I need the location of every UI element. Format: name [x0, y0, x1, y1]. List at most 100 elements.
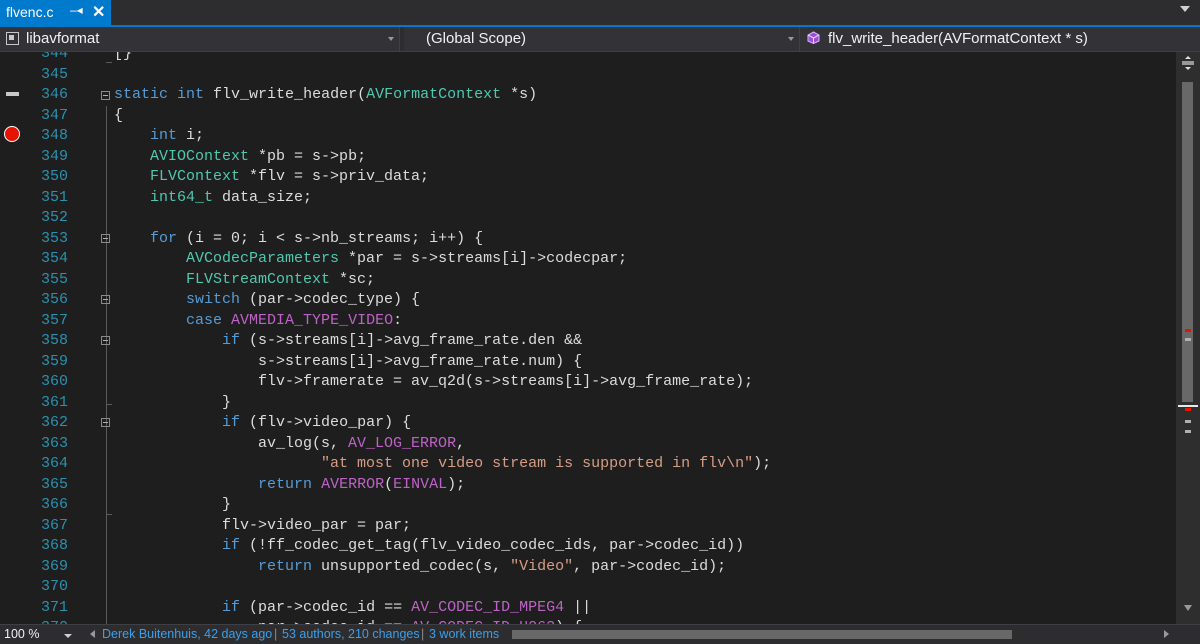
tab-overflow-chevron-icon[interactable]: [1180, 6, 1190, 12]
document-tab-strip: flvenc.c –◂ ✕: [0, 0, 1200, 27]
line-number: 355: [40, 270, 68, 288]
code-line[interactable]: FLVStreamContext *sc;: [114, 270, 375, 291]
outline-guide-end: [106, 62, 112, 63]
scroll-marker: [1185, 420, 1191, 423]
code-line[interactable]: if (par->codec_id == AV_CODEC_ID_MPEG4 |…: [114, 598, 591, 619]
chevron-down-icon[interactable]: [64, 634, 72, 638]
code-line[interactable]: AVIOContext *pb = s->pb;: [114, 147, 366, 168]
scroll-marker: [1185, 430, 1191, 433]
scroll-right-arrow-icon[interactable]: [1164, 630, 1169, 638]
breakpoint-icon[interactable]: [4, 126, 20, 142]
line-number: 350: [40, 168, 68, 185]
chevron-down-icon: [388, 37, 394, 41]
code-line[interactable]: for (i = 0; i < s->nb_streams; i++) {: [114, 229, 483, 250]
code-line[interactable]: }: [114, 495, 231, 516]
navigation-bar: libavformat (Global Scope) flv_write_hea…: [0, 27, 1200, 52]
breakpoint-marker: [1185, 329, 1191, 332]
line-number: 364: [40, 455, 68, 472]
code-line[interactable]: av_log(s, AV_LOG_ERROR,: [114, 434, 465, 455]
fold-toggle-358[interactable]: [101, 336, 110, 345]
project-dropdown-label: libavformat: [26, 30, 100, 47]
scroll-down-arrow-icon[interactable]: [1184, 605, 1192, 611]
line-number: 347: [40, 106, 68, 124]
member-dropdown[interactable]: flv_write_header(AVFormatContext * s): [800, 27, 1200, 51]
codelens-last-author[interactable]: Derek Buitenhuis, 42 days ago: [102, 627, 272, 641]
code-line[interactable]: int i;: [114, 126, 204, 147]
line-number: 346: [40, 86, 68, 103]
vertical-scrollbar[interactable]: [1176, 52, 1200, 624]
line-number: 345: [40, 65, 68, 83]
code-line[interactable]: {: [114, 106, 123, 127]
line-number: 359: [40, 352, 68, 370]
line-number: 362: [40, 414, 68, 431]
split-window-icon[interactable]: [1182, 56, 1194, 70]
close-icon[interactable]: ✕: [92, 2, 105, 22]
line-number: 370: [40, 578, 68, 595]
line-number: 367: [40, 516, 68, 534]
scope-dropdown[interactable]: (Global Scope): [404, 27, 800, 51]
member-dropdown-label: flv_write_header(AVFormatContext * s): [828, 30, 1088, 47]
code-line[interactable]: flv->framerate = av_q2d(s->streams[i]->a…: [114, 372, 753, 393]
code-line[interactable]: flv->video_par = par;: [114, 516, 411, 537]
line-number: 363: [40, 434, 68, 452]
line-number: 365: [40, 475, 68, 493]
zoom-level[interactable]: 100 %: [4, 627, 39, 641]
line-number: 360: [40, 373, 68, 390]
horizontal-scrollbar-thumb[interactable]: [512, 630, 1012, 639]
code-line[interactable]: s->streams[i]->avg_frame_rate.num) {: [114, 352, 582, 373]
line-number: 358: [40, 332, 68, 349]
editor-status-bar: 100 % Derek Buitenhuis, 42 days ago | 53…: [0, 624, 1200, 644]
outline-guide-end: [106, 404, 112, 405]
line-number: 371: [40, 598, 68, 616]
code-line[interactable]: if (flv->video_par) {: [114, 413, 411, 434]
code-line[interactable]: if (s->streams[i]->avg_frame_rate.den &&: [114, 331, 582, 352]
outline-guide-end: [106, 514, 112, 515]
code-line[interactable]: }: [114, 393, 231, 414]
scope-dropdown-label: (Global Scope): [426, 30, 527, 47]
line-number: 348: [40, 127, 68, 144]
codelens-authors-changes[interactable]: 53 authors, 210 changes: [282, 627, 420, 641]
bookmark-icon: [6, 92, 19, 96]
line-number: 366: [40, 496, 68, 513]
scroll-left-arrow-icon[interactable]: [90, 630, 95, 638]
code-line[interactable]: int64_t data_size;: [114, 188, 312, 209]
code-line[interactable]: switch (par->codec_type) {: [114, 290, 420, 311]
line-number: 356: [40, 291, 68, 308]
chevron-down-icon: [788, 37, 794, 41]
codelens-work-items[interactable]: 3 work items: [429, 627, 499, 641]
method-cube-icon: [807, 31, 820, 44]
scrollbar-thumb[interactable]: [1182, 82, 1193, 402]
line-number: 349: [40, 147, 68, 165]
line-number: 344: [40, 52, 68, 62]
code-line[interactable]: [}: [114, 52, 132, 65]
fold-toggle-362[interactable]: [101, 418, 110, 427]
line-number: 353: [40, 229, 68, 247]
fold-toggle-353[interactable]: [101, 234, 110, 243]
line-number: 352: [40, 209, 68, 226]
tab-title: flvenc.c: [6, 4, 54, 20]
project-icon: [6, 32, 19, 45]
line-number: 354: [40, 250, 68, 267]
tab-flvenc[interactable]: flvenc.c –◂ ✕: [0, 0, 111, 25]
line-number: 357: [40, 311, 68, 329]
code-line[interactable]: AVCodecParameters *par = s->streams[i]->…: [114, 249, 627, 270]
breakpoint-marker: [1185, 408, 1191, 411]
code-editor[interactable]: 344 [} 345 346 static int flv_write_header(A…: [0, 52, 1176, 624]
code-line[interactable]: FLVContext *flv = s->priv_data;: [114, 167, 429, 188]
code-line[interactable]: return AVERROR(EINVAL);: [114, 475, 465, 496]
code-line[interactable]: return unsupported_codec(s, "Video", par…: [114, 557, 726, 578]
scroll-marker: [1185, 338, 1191, 341]
line-number: 369: [40, 557, 68, 575]
code-line[interactable]: if (!ff_codec_get_tag(flv_video_codec_id…: [114, 536, 744, 557]
code-line[interactable]: "at most one video stream is supported i…: [114, 454, 771, 475]
project-dropdown[interactable]: libavformat: [0, 27, 400, 51]
line-number: 361: [40, 393, 68, 411]
line-number: 351: [40, 188, 68, 206]
fold-toggle-356[interactable]: [101, 295, 110, 304]
fold-toggle-346[interactable]: [101, 91, 110, 100]
code-line[interactable]: static int flv_write_header(AVFormatCont…: [114, 85, 537, 106]
code-line[interactable]: case AVMEDIA_TYPE_VIDEO:: [114, 311, 402, 332]
outline-guide: [106, 106, 107, 624]
pin-icon[interactable]: –◂: [70, 3, 83, 17]
line-number: 368: [40, 537, 68, 554]
